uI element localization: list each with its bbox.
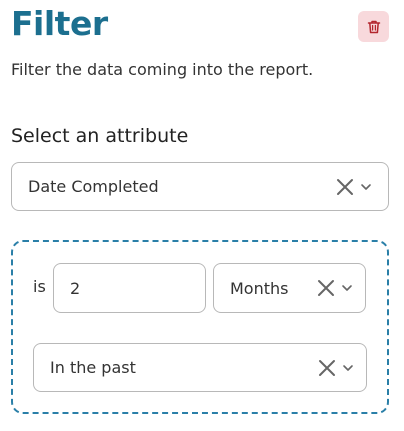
attribute-select-value: Date Completed bbox=[28, 177, 159, 196]
chevron-down-icon[interactable] bbox=[341, 282, 353, 294]
attribute-select[interactable]: Date Completed bbox=[11, 162, 389, 211]
period-unit-select[interactable]: Months bbox=[213, 263, 366, 313]
operator-label: is bbox=[33, 277, 46, 296]
clear-icon[interactable] bbox=[317, 279, 335, 297]
trash-icon bbox=[367, 20, 380, 33]
page-subtitle: Filter the data coming into the report. bbox=[11, 60, 314, 79]
chevron-down-icon[interactable] bbox=[360, 181, 372, 193]
period-unit-value: Months bbox=[230, 278, 289, 298]
delete-filter-button[interactable] bbox=[358, 11, 389, 42]
clear-icon[interactable] bbox=[336, 178, 354, 196]
page-title: Filter bbox=[11, 4, 108, 43]
clear-icon[interactable] bbox=[318, 359, 336, 377]
direction-value: In the past bbox=[50, 358, 136, 377]
direction-select[interactable]: In the past bbox=[33, 343, 367, 392]
attribute-section-label: Select an attribute bbox=[11, 125, 189, 147]
chevron-down-icon[interactable] bbox=[342, 362, 354, 374]
period-value-input[interactable]: 2 bbox=[53, 263, 206, 313]
